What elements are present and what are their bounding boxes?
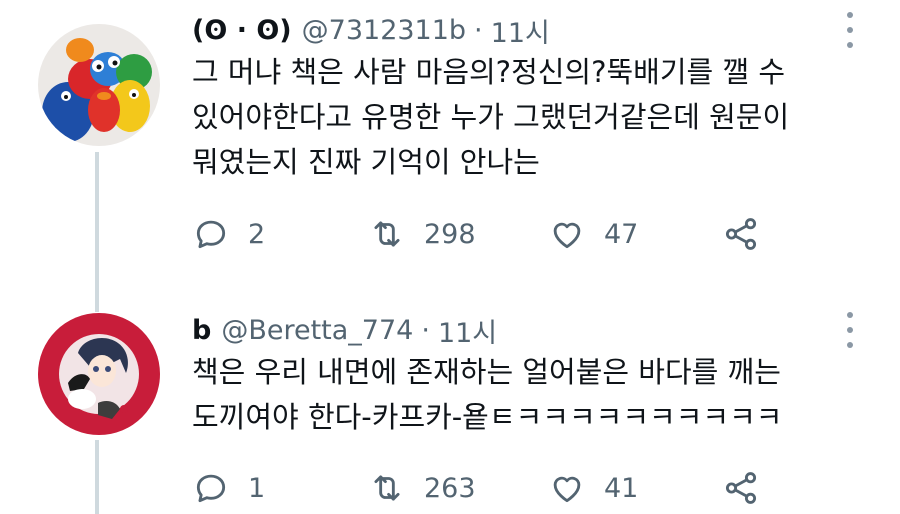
display-name[interactable]: b — [192, 315, 211, 346]
retweet-icon — [374, 475, 400, 501]
tweet-header: (ʘ · ʘ) @7312311b · 11시 — [192, 10, 550, 50]
retweet-count: 263 — [424, 472, 476, 504]
like-count: 47 — [604, 218, 639, 250]
more-options-icon[interactable] — [842, 312, 858, 348]
separator: · — [421, 314, 430, 346]
like-button[interactable]: 41 — [548, 468, 638, 508]
reply-icon — [196, 474, 226, 503]
tweet-header: b @Beretta_774 · 11시 — [192, 310, 497, 350]
tweet-text: 그 머냐 책은 사람 마음의?정신의?뚝배기를 깰 수 있어야한다고 유명한 누… — [192, 50, 872, 185]
anime-character-avatar-icon — [38, 313, 160, 435]
like-button[interactable]: 47 — [548, 214, 638, 254]
thread-line — [95, 152, 99, 312]
heart-icon — [553, 222, 581, 249]
share-icon — [725, 472, 757, 504]
tweet[interactable]: b @Beretta_774 · 11시 책은 우리 내면에 존재하는 얼어붙은… — [0, 300, 900, 514]
tweet-text-line: 뭐였는지 진짜 기억이 안나는 — [192, 145, 540, 179]
reply-button[interactable]: 2 — [192, 214, 265, 254]
like-count: 41 — [604, 472, 639, 504]
sesame-street-plush-avatar-icon — [38, 24, 160, 146]
separator: · — [474, 14, 483, 46]
tweet-text-line: 있어야한다고 유명한 누가 그랬던거같은데 원문이 — [192, 100, 790, 134]
share-icon — [725, 218, 757, 250]
tweet[interactable]: (ʘ · ʘ) @7312311b · 11시 그 머냐 책은 사람 마음의?정… — [0, 0, 900, 312]
reply-count: 2 — [248, 218, 266, 250]
tweet-actions: 2 298 47 — [192, 214, 812, 254]
thread-line — [95, 440, 99, 514]
tweet-text: 책은 우리 내면에 존재하는 얼어붙은 바다를 깨는 도끼여야 한다-카프카-욭… — [192, 350, 872, 440]
retweet-icon — [374, 221, 400, 247]
retweet-button[interactable]: 263 — [368, 468, 476, 508]
reply-count: 1 — [248, 472, 266, 504]
retweet-button[interactable]: 298 — [368, 214, 476, 254]
avatar[interactable] — [38, 24, 160, 146]
display-name[interactable]: (ʘ · ʘ) — [192, 15, 292, 46]
reply-button[interactable]: 1 — [192, 468, 265, 508]
tweet-text-line: 도끼여야 한다-카프카-욭ㅌㅋㅋㅋㅋㅋㅋㅋㅋㅋㅋ — [192, 400, 783, 434]
tweet-text-line: 그 머냐 책은 사람 마음의?정신의?뚝배기를 깰 수 — [192, 55, 786, 89]
reply-icon — [196, 220, 226, 249]
heart-icon — [553, 476, 581, 503]
tweet-text-line: 책은 우리 내면에 존재하는 얼어붙은 바다를 깨는 — [192, 355, 781, 389]
avatar[interactable] — [38, 313, 160, 435]
user-handle[interactable]: @7312311b — [302, 15, 466, 46]
user-handle[interactable]: @Beretta_774 — [221, 315, 413, 346]
share-button[interactable] — [722, 214, 778, 254]
timestamp[interactable]: 11시 — [491, 11, 550, 50]
more-options-icon[interactable] — [842, 12, 858, 48]
timestamp[interactable]: 11시 — [438, 311, 497, 350]
retweet-count: 298 — [424, 218, 476, 250]
share-button[interactable] — [722, 468, 778, 508]
tweet-actions: 1 263 41 — [192, 468, 812, 508]
